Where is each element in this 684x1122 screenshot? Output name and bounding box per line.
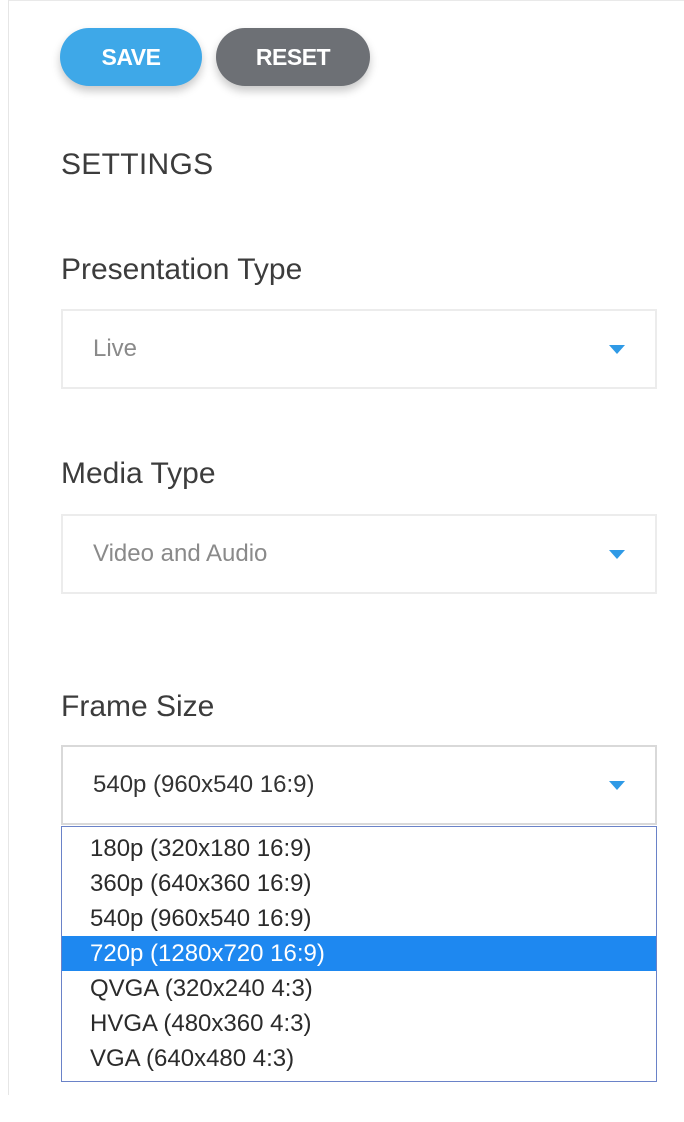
frame-size-options-list: 180p (320x180 16:9) 360p (640x360 16:9) … bbox=[61, 826, 657, 1082]
frame-size-value: 540p (960x540 16:9) bbox=[93, 771, 315, 798]
settings-page: SAVE RESET SETTINGS Presentation Type Li… bbox=[0, 0, 684, 1122]
frame-size-option[interactable]: 180p (320x180 16:9) bbox=[62, 831, 656, 866]
caret-down-icon bbox=[609, 550, 625, 559]
presentation-type-value: Live bbox=[93, 335, 138, 362]
presentation-type-select[interactable]: Live bbox=[61, 309, 657, 389]
frame-size-option-highlighted[interactable]: 720p (1280x720 16:9) bbox=[62, 936, 656, 971]
media-type-value: Video and Audio bbox=[93, 540, 268, 567]
frame-size-select[interactable]: 540p (960x540 16:9) bbox=[61, 745, 657, 825]
frame-size-label: Frame Size bbox=[61, 690, 215, 723]
frame-size-option[interactable]: QVGA (320x240 4:3) bbox=[62, 971, 656, 1006]
frame-size-option[interactable]: VGA (640x480 4:3) bbox=[62, 1041, 656, 1076]
frame-size-option[interactable]: 540p (960x540 16:9) bbox=[62, 901, 656, 936]
presentation-type-label: Presentation Type bbox=[61, 253, 303, 286]
left-divider bbox=[8, 0, 9, 1095]
media-type-label: Media Type bbox=[61, 457, 216, 490]
settings-title: SETTINGS bbox=[61, 148, 214, 181]
reset-button[interactable]: RESET bbox=[216, 28, 370, 86]
frame-size-option[interactable]: HVGA (480x360 4:3) bbox=[62, 1006, 656, 1041]
caret-down-icon bbox=[609, 781, 625, 790]
top-divider bbox=[8, 0, 684, 1]
frame-size-option[interactable]: 360p (640x360 16:9) bbox=[62, 866, 656, 901]
media-type-select[interactable]: Video and Audio bbox=[61, 514, 657, 594]
caret-down-icon bbox=[609, 345, 625, 354]
save-button[interactable]: SAVE bbox=[60, 28, 202, 86]
